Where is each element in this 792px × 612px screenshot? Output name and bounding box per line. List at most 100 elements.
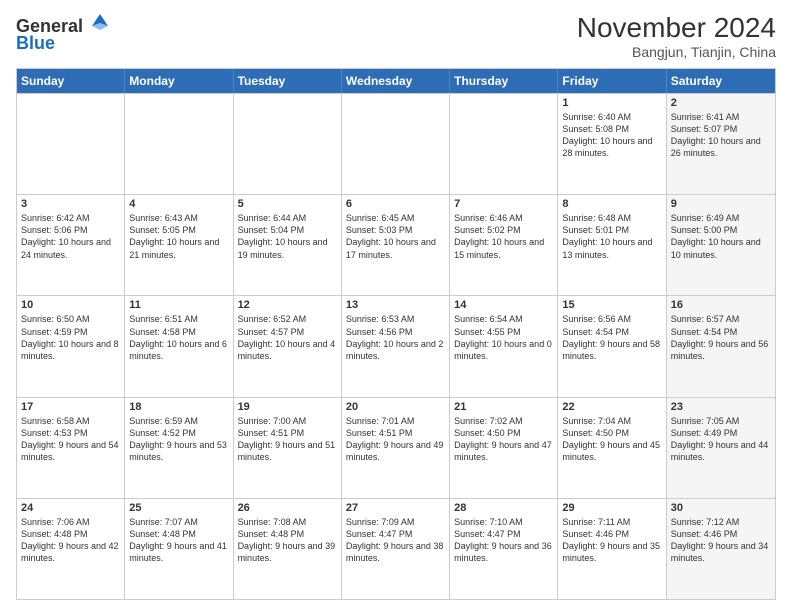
- calendar-cell: 3 Sunrise: 6:42 AM Sunset: 5:06 PM Daylig…: [17, 195, 125, 295]
- calendar-cell: 5 Sunrise: 6:44 AM Sunset: 5:04 PM Daylig…: [234, 195, 342, 295]
- calendar-row: 1 Sunrise: 6:40 AM Sunset: 5:08 PM Daylig…: [17, 93, 775, 194]
- day-number: 17: [21, 401, 120, 413]
- calendar-cell: [342, 94, 450, 194]
- day-number: 30: [671, 502, 771, 514]
- day-number: 4: [129, 198, 228, 210]
- day-number: 1: [562, 97, 661, 109]
- day-number: 6: [346, 198, 445, 210]
- calendar-body: 1 Sunrise: 6:40 AM Sunset: 5:08 PM Daylig…: [17, 93, 775, 599]
- weekday-header: Tuesday: [234, 69, 342, 93]
- weekday-header: Monday: [125, 69, 233, 93]
- calendar-cell: 9Sunrise: 6:49 AM Sunset: 5:00 PM Daylig…: [667, 195, 775, 295]
- cell-details: Sunrise: 6:58 AM Sunset: 4:53 PM Dayligh…: [21, 415, 120, 464]
- calendar-cell: [450, 94, 558, 194]
- day-number: 23: [671, 401, 771, 413]
- calendar-cell: [125, 94, 233, 194]
- day-number: 21: [454, 401, 553, 413]
- cell-details: Sunrise: 6:50 AM Sunset: 4:59 PM Dayligh…: [21, 313, 120, 362]
- calendar-cell: 30Sunrise: 7:12 AM Sunset: 4:46 PM Dayli…: [667, 499, 775, 599]
- cell-details: Sunrise: 7:04 AM Sunset: 4:50 PM Dayligh…: [562, 415, 661, 464]
- cell-details: Sunrise: 6:45 AM Sunset: 5:03 PM Dayligh…: [346, 212, 445, 261]
- cell-details: Sunrise: 6:52 AM Sunset: 4:57 PM Dayligh…: [238, 313, 337, 362]
- calendar-cell: 24 Sunrise: 7:06 AM Sunset: 4:48 PM Dayli…: [17, 499, 125, 599]
- calendar: SundayMondayTuesdayWednesdayThursdayFrid…: [16, 68, 776, 600]
- cell-details: Sunrise: 6:43 AM Sunset: 5:05 PM Dayligh…: [129, 212, 228, 261]
- calendar-cell: 23 Sunrise: 7:05 AM Sunset: 4:49 PM Dayli…: [667, 398, 775, 498]
- weekday-header: Thursday: [450, 69, 558, 93]
- day-number: 12: [238, 299, 337, 311]
- day-number: 27: [346, 502, 445, 514]
- calendar-cell: 11Sunrise: 6:51 AM Sunset: 4:58 PM Dayli…: [125, 296, 233, 396]
- calendar-cell: 26Sunrise: 7:08 AM Sunset: 4:48 PM Dayli…: [234, 499, 342, 599]
- header: General Blue November 2024 Bangjun, Tian…: [16, 12, 776, 60]
- calendar-cell: 15Sunrise: 6:56 AM Sunset: 4:54 PM Dayli…: [558, 296, 666, 396]
- calendar-cell: 8Sunrise: 6:48 AM Sunset: 5:01 PM Daylig…: [558, 195, 666, 295]
- logo: General Blue: [16, 12, 110, 54]
- calendar-row: 3 Sunrise: 6:42 AM Sunset: 5:06 PM Daylig…: [17, 194, 775, 295]
- calendar-cell: 28 Sunrise: 7:10 AM Sunset: 4:47 PM Dayli…: [450, 499, 558, 599]
- calendar-header: SundayMondayTuesdayWednesdayThursdayFrid…: [17, 69, 775, 93]
- day-number: 16: [671, 299, 771, 311]
- cell-details: Sunrise: 7:01 AM Sunset: 4:51 PM Dayligh…: [346, 415, 445, 464]
- cell-details: Sunrise: 7:02 AM Sunset: 4:50 PM Dayligh…: [454, 415, 553, 464]
- calendar-cell: 7 Sunrise: 6:46 AM Sunset: 5:02 PM Daylig…: [450, 195, 558, 295]
- cell-details: Sunrise: 7:07 AM Sunset: 4:48 PM Dayligh…: [129, 516, 228, 565]
- cell-details: Sunrise: 6:44 AM Sunset: 5:04 PM Dayligh…: [238, 212, 337, 261]
- cell-details: Sunrise: 7:05 AM Sunset: 4:49 PM Dayligh…: [671, 415, 771, 464]
- calendar-cell: 4 Sunrise: 6:43 AM Sunset: 5:05 PM Daylig…: [125, 195, 233, 295]
- cell-details: Sunrise: 6:40 AM Sunset: 5:08 PM Dayligh…: [562, 111, 661, 160]
- cell-details: Sunrise: 6:59 AM Sunset: 4:52 PM Dayligh…: [129, 415, 228, 464]
- weekday-header: Sunday: [17, 69, 125, 93]
- day-number: 2: [671, 97, 771, 109]
- day-number: 25: [129, 502, 228, 514]
- weekday-header: Wednesday: [342, 69, 450, 93]
- cell-details: Sunrise: 7:06 AM Sunset: 4:48 PM Dayligh…: [21, 516, 120, 565]
- day-number: 8: [562, 198, 661, 210]
- day-number: 24: [21, 502, 120, 514]
- cell-details: Sunrise: 7:11 AM Sunset: 4:46 PM Dayligh…: [562, 516, 661, 565]
- cell-details: Sunrise: 6:57 AM Sunset: 4:54 PM Dayligh…: [671, 313, 771, 362]
- calendar-row: 17 Sunrise: 6:58 AM Sunset: 4:53 PM Dayli…: [17, 397, 775, 498]
- cell-details: Sunrise: 6:56 AM Sunset: 4:54 PM Dayligh…: [562, 313, 661, 362]
- calendar-cell: 17 Sunrise: 6:58 AM Sunset: 4:53 PM Dayli…: [17, 398, 125, 498]
- day-number: 29: [562, 502, 661, 514]
- page: General Blue November 2024 Bangjun, Tian…: [0, 0, 792, 612]
- calendar-row: 24 Sunrise: 7:06 AM Sunset: 4:48 PM Dayli…: [17, 498, 775, 599]
- calendar-cell: 29 Sunrise: 7:11 AM Sunset: 4:46 PM Dayli…: [558, 499, 666, 599]
- day-number: 18: [129, 401, 228, 413]
- calendar-cell: 2 Sunrise: 6:41 AM Sunset: 5:07 PM Daylig…: [667, 94, 775, 194]
- day-number: 11: [129, 299, 228, 311]
- day-number: 26: [238, 502, 337, 514]
- cell-details: Sunrise: 6:46 AM Sunset: 5:02 PM Dayligh…: [454, 212, 553, 261]
- cell-details: Sunrise: 6:41 AM Sunset: 5:07 PM Dayligh…: [671, 111, 771, 160]
- calendar-cell: 12 Sunrise: 6:52 AM Sunset: 4:57 PM Dayli…: [234, 296, 342, 396]
- cell-details: Sunrise: 6:42 AM Sunset: 5:06 PM Dayligh…: [21, 212, 120, 261]
- calendar-cell: 6 Sunrise: 6:45 AM Sunset: 5:03 PM Daylig…: [342, 195, 450, 295]
- day-number: 22: [562, 401, 661, 413]
- calendar-cell: 27Sunrise: 7:09 AM Sunset: 4:47 PM Dayli…: [342, 499, 450, 599]
- day-number: 3: [21, 198, 120, 210]
- calendar-cell: 1 Sunrise: 6:40 AM Sunset: 5:08 PM Daylig…: [558, 94, 666, 194]
- calendar-cell: 13Sunrise: 6:53 AM Sunset: 4:56 PM Dayli…: [342, 296, 450, 396]
- title-block: November 2024 Bangjun, Tianjin, China: [577, 12, 776, 60]
- calendar-cell: 10 Sunrise: 6:50 AM Sunset: 4:59 PM Dayli…: [17, 296, 125, 396]
- day-number: 20: [346, 401, 445, 413]
- day-number: 28: [454, 502, 553, 514]
- calendar-cell: 18 Sunrise: 6:59 AM Sunset: 4:52 PM Dayli…: [125, 398, 233, 498]
- calendar-row: 10 Sunrise: 6:50 AM Sunset: 4:59 PM Dayli…: [17, 295, 775, 396]
- logo-icon: [90, 12, 110, 32]
- calendar-cell: 19Sunrise: 7:00 AM Sunset: 4:51 PM Dayli…: [234, 398, 342, 498]
- calendar-cell: 20 Sunrise: 7:01 AM Sunset: 4:51 PM Dayli…: [342, 398, 450, 498]
- day-number: 10: [21, 299, 120, 311]
- cell-details: Sunrise: 6:49 AM Sunset: 5:00 PM Dayligh…: [671, 212, 771, 261]
- cell-details: Sunrise: 7:10 AM Sunset: 4:47 PM Dayligh…: [454, 516, 553, 565]
- calendar-cell: [234, 94, 342, 194]
- day-number: 13: [346, 299, 445, 311]
- calendar-cell: 14Sunrise: 6:54 AM Sunset: 4:55 PM Dayli…: [450, 296, 558, 396]
- calendar-cell: 21 Sunrise: 7:02 AM Sunset: 4:50 PM Dayli…: [450, 398, 558, 498]
- calendar-cell: 25 Sunrise: 7:07 AM Sunset: 4:48 PM Dayli…: [125, 499, 233, 599]
- day-number: 5: [238, 198, 337, 210]
- calendar-cell: 22 Sunrise: 7:04 AM Sunset: 4:50 PM Dayli…: [558, 398, 666, 498]
- calendar-cell: [17, 94, 125, 194]
- day-number: 7: [454, 198, 553, 210]
